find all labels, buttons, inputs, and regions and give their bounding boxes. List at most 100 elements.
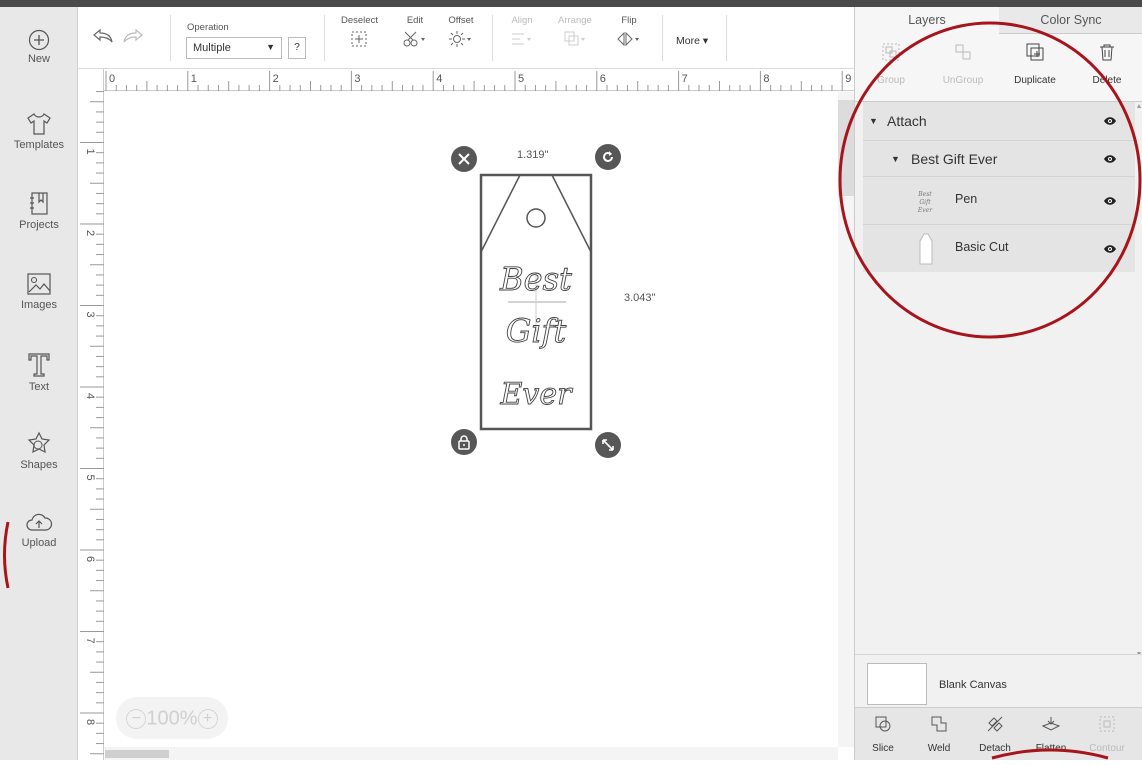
operation-help-button[interactable]: ? <box>288 37 306 59</box>
detach-button[interactable]: Detach <box>967 714 1023 754</box>
projects-button[interactable]: Projects <box>0 191 78 263</box>
duplicate-button[interactable]: Duplicate <box>999 42 1071 86</box>
trash-icon <box>1100 44 1114 61</box>
images-button[interactable]: Images <box>0 271 78 343</box>
edit-button[interactable]: Edit <box>402 15 428 48</box>
resize-icon <box>602 439 614 451</box>
delete-button[interactable]: Delete <box>1071 42 1142 86</box>
operation-value: Multiple <box>193 42 231 54</box>
ruler-number: 6 <box>600 73 606 85</box>
weld-label: Weld <box>927 743 951 754</box>
ruler-number: 9 <box>845 73 851 85</box>
left-sidebar: New Templates Projects Images Text Shape… <box>0 7 78 760</box>
lock-handle[interactable] <box>451 429 477 455</box>
eye-icon[interactable] <box>1103 244 1117 254</box>
operation-select[interactable]: Multiple ▼ <box>186 37 282 59</box>
flip-icon <box>617 31 639 47</box>
layer-name: Attach <box>887 113 927 129</box>
delete-label: Delete <box>1092 75 1122 86</box>
arrange-button[interactable]: Arrange <box>558 15 592 48</box>
deselect-button[interactable]: Deselect <box>341 15 378 48</box>
redo-icon <box>123 28 143 43</box>
new-button[interactable]: New <box>0 29 78 101</box>
ruler-number: 7 <box>682 73 688 85</box>
ruler-number: 4 <box>436 73 442 85</box>
toolbar-divider <box>324 15 325 61</box>
tag-word-gift: Gift <box>506 312 567 350</box>
ruler-number: 3 <box>354 73 360 85</box>
lock-icon <box>458 435 470 450</box>
shapes-button[interactable]: Shapes <box>0 431 78 503</box>
layer-list: ▼ Attach ▼ Best Gift Ever Best Gift Ever P… <box>855 102 1142 277</box>
design-canvas[interactable] <box>105 92 838 747</box>
ungroup-button[interactable]: UnGroup <box>927 42 999 86</box>
delete-handle[interactable] <box>451 146 477 172</box>
templates-button[interactable]: Templates <box>0 111 78 183</box>
duplicate-icon <box>1026 43 1044 61</box>
redo-button[interactable] <box>122 27 144 48</box>
zoom-out-button[interactable]: − <box>126 708 147 729</box>
eye-icon[interactable] <box>1103 154 1117 164</box>
operation-label: Operation <box>187 22 229 33</box>
eye-icon[interactable] <box>1103 116 1117 126</box>
slice-button[interactable]: Slice <box>855 714 911 754</box>
flip-button[interactable]: Flip <box>616 15 642 48</box>
cloud-upload-icon <box>26 513 53 531</box>
panel-scrollbar[interactable] <box>1135 102 1142 662</box>
align-button[interactable]: Align <box>510 15 534 48</box>
upload-button[interactable]: Upload <box>0 511 78 583</box>
image-icon <box>27 273 51 295</box>
shapes-icon <box>27 431 51 454</box>
svg-text:Ever: Ever <box>917 207 933 214</box>
ruler-number: 2 <box>84 230 96 236</box>
offset-label: Offset <box>448 15 474 26</box>
ruler-number: 8 <box>763 73 769 85</box>
flatten-button[interactable]: Flatten <box>1023 714 1079 754</box>
caret-down-icon: ▼ <box>891 154 900 164</box>
scroll-thumb[interactable] <box>838 100 854 196</box>
tab-layers[interactable]: Layers <box>855 7 999 34</box>
canvas-horizontal-scrollbar[interactable] <box>105 747 838 760</box>
weld-button[interactable]: Weld <box>911 714 967 754</box>
scroll-thumb[interactable] <box>105 750 169 758</box>
layer-row-attach[interactable]: ▼ Attach <box>863 102 1135 140</box>
rotate-handle[interactable] <box>595 144 621 170</box>
text-button[interactable]: Text <box>0 351 78 423</box>
resize-handle[interactable] <box>595 432 621 458</box>
blank-canvas-row[interactable]: Blank Canvas <box>855 654 1142 714</box>
canvas-vertical-scrollbar[interactable] <box>838 92 854 747</box>
ruler-number: 1 <box>84 149 96 155</box>
notebook-icon <box>30 192 48 215</box>
undo-button[interactable] <box>92 27 114 48</box>
offset-button[interactable]: Offset <box>448 15 474 48</box>
gift-tag-design[interactable]: Best Gift Ever <box>478 172 594 432</box>
contour-button[interactable]: Contour <box>1079 714 1135 754</box>
tag-layer-thumbnail <box>919 233 933 265</box>
zoom-in-button[interactable]: + <box>197 708 218 729</box>
layer-row-basic-cut[interactable]: Basic Cut <box>863 224 1135 272</box>
group-button[interactable]: Group <box>855 42 927 86</box>
tab-color-sync[interactable]: Color Sync <box>999 7 1142 34</box>
offset-icon <box>449 31 471 47</box>
eye-icon[interactable] <box>1103 196 1117 206</box>
ruler-number: 2 <box>273 73 279 85</box>
flatten-icon <box>1041 717 1061 731</box>
blank-canvas-swatch[interactable] <box>867 663 927 705</box>
new-label: New <box>27 53 50 65</box>
layer-row-pen[interactable]: Best Gift Ever Pen <box>863 176 1135 224</box>
chevron-down-icon: ▼ <box>266 42 275 52</box>
svg-text:Gift: Gift <box>919 199 931 206</box>
align-label: Align <box>511 15 533 26</box>
layer-row-best-gift-ever[interactable]: ▼ Best Gift Ever <box>863 140 1135 176</box>
more-button[interactable]: More ▾ <box>676 35 708 47</box>
ruler-number: 6 <box>84 556 96 562</box>
ruler-ticks: 1 2 3 4 5 6 7 8 <box>80 91 104 755</box>
vertical-ruler: 1 2 3 4 5 6 7 8 <box>78 69 104 760</box>
ruler-number: 5 <box>84 475 96 481</box>
weld-icon <box>931 716 947 732</box>
shapes-label: Shapes <box>20 459 58 471</box>
svg-text:Best: Best <box>917 191 932 198</box>
contour-label: Contour <box>1089 743 1125 754</box>
layer-actions: Group UnGroup Duplicate Delete <box>855 34 1142 102</box>
close-icon <box>458 153 470 165</box>
